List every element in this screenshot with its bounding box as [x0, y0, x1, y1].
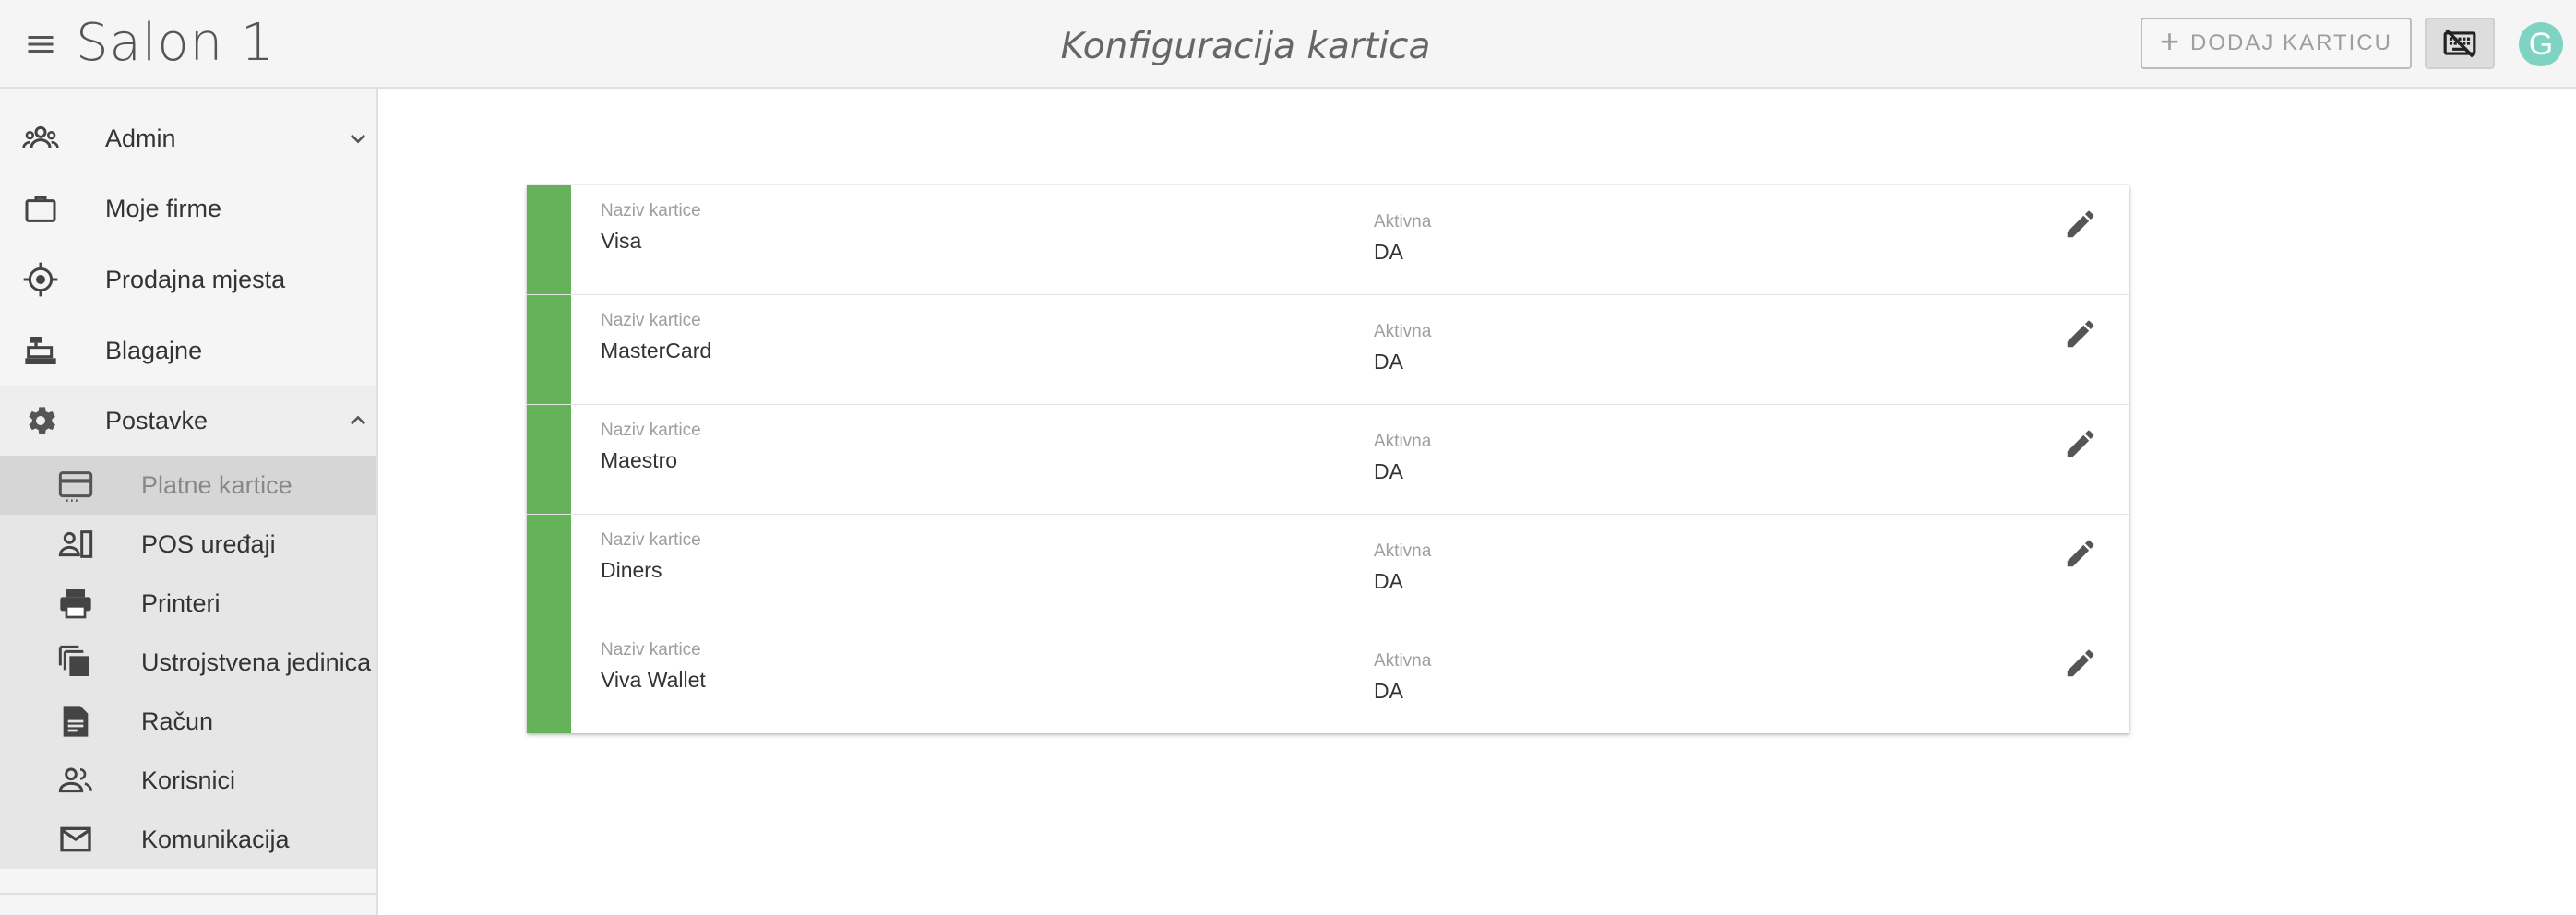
sidebar-item-moje-firme[interactable]: Moje firme — [0, 173, 376, 244]
card-name-label: Naziv kartice — [601, 311, 701, 330]
card-active-value: DA — [1374, 679, 1403, 703]
sidebar-subitem-label: Printeri — [141, 588, 221, 617]
sidebar-item-platne-kartice[interactable]: Platne kartice — [0, 456, 376, 515]
plus-icon: + — [2160, 22, 2182, 60]
gear-icon — [22, 402, 59, 439]
add-card-button[interactable]: + DODAJ KARTICU — [2141, 18, 2412, 69]
card-name-value: Viva Wallet — [601, 668, 706, 692]
card-accent-bar — [527, 624, 571, 733]
card-accent-bar — [527, 515, 571, 624]
pos-device-icon — [57, 526, 94, 563]
edit-pencil-icon[interactable] — [2060, 314, 2101, 354]
card-active-label: Aktivna — [1374, 322, 1432, 341]
sidebar-subitem-label: Platne kartice — [141, 470, 292, 499]
sidebar-item-racun[interactable]: Račun — [0, 692, 376, 751]
user-avatar[interactable]: G — [2519, 22, 2563, 66]
sidebar-item-printeri[interactable]: Printeri — [0, 574, 376, 633]
keyboard-toggle-button[interactable] — [2425, 18, 2495, 69]
sidebar-item-korisnici[interactable]: Korisnici — [0, 751, 376, 810]
card-list: Naziv kartice Visa Aktivna DA Naziv kart… — [527, 185, 2129, 733]
edit-pencil-icon[interactable] — [2060, 204, 2101, 244]
card-name-value: Visa — [601, 229, 642, 253]
sidebar-item-label: Postavke — [105, 406, 209, 434]
card-row[interactable]: Naziv kartice Viva Wallet Aktivna DA — [527, 624, 2129, 733]
card-name-label: Naziv kartice — [601, 201, 701, 220]
add-card-button-label: DODAJ KARTICU — [2190, 30, 2392, 55]
card-accent-bar — [527, 405, 571, 514]
card-name-value: MasterCard — [601, 339, 712, 362]
sidebar-item-komunikacija[interactable]: Komunikacija — [0, 810, 376, 869]
sidebar-subitem-label: Komunikacija — [141, 825, 290, 853]
card-name-label: Naziv kartice — [601, 530, 701, 550]
edit-pencil-icon[interactable] — [2060, 423, 2101, 464]
card-row[interactable]: Naziv kartice Maestro Aktivna DA — [527, 405, 2129, 515]
edit-pencil-icon[interactable] — [2060, 643, 2101, 683]
sidebar-subitem-label: Račun — [141, 707, 214, 735]
sidebar-divider — [0, 893, 376, 895]
chevron-down-icon — [345, 125, 371, 151]
edit-pencil-icon[interactable] — [2060, 533, 2101, 574]
card-active-label: Aktivna — [1374, 651, 1432, 671]
card-active-value: DA — [1374, 569, 1403, 593]
sidebar-item-blagajne[interactable]: Blagajne — [0, 315, 376, 386]
card-active-label: Aktivna — [1374, 212, 1432, 232]
card-accent-bar — [527, 185, 571, 294]
sidebar-subitem-label: Korisnici — [141, 766, 236, 794]
library-stack-icon — [57, 644, 94, 681]
card-active-value: DA — [1374, 240, 1403, 264]
sidebar-item-ustrojstvena-jedinica[interactable]: Ustrojstvena jedinica — [0, 633, 376, 692]
sidebar-item-label: Blagajne — [105, 336, 203, 364]
card-active-label: Aktivna — [1374, 541, 1432, 561]
credit-card-icon — [57, 467, 94, 504]
top-app-bar: Salon 1 Konfiguracija kartica + DODAJ KA… — [0, 0, 2576, 89]
location-target-icon — [22, 261, 59, 298]
sidebar-item-label: Moje firme — [105, 194, 222, 222]
page-title: Konfiguracija kartica — [1060, 26, 1431, 67]
card-row[interactable]: Naziv kartice Visa Aktivna DA — [527, 185, 2129, 295]
sidebar-item-label: Prodajna mjesta — [105, 265, 286, 293]
sidebar: Admin Moje firme Prodajna mjesta Blagajn… — [0, 89, 378, 915]
card-active-value: DA — [1374, 350, 1403, 374]
mail-icon — [57, 821, 94, 858]
keyboard-hide-icon — [2442, 26, 2477, 61]
briefcase-icon — [22, 190, 59, 227]
card-name-value: Maestro — [601, 448, 678, 472]
card-row[interactable]: Naziv kartice Diners Aktivna DA — [527, 515, 2129, 624]
sidebar-item-prodajna-mjesta[interactable]: Prodajna mjesta — [0, 244, 376, 315]
chevron-up-icon — [345, 408, 371, 434]
document-icon — [57, 703, 94, 740]
card-name-label: Naziv kartice — [601, 640, 701, 660]
cash-register-icon — [22, 332, 59, 369]
postavke-submenu: Platne kartice POS uređaji Printeri Ustr… — [0, 456, 376, 869]
admin-group-icon — [22, 120, 59, 157]
card-name-label: Naziv kartice — [601, 421, 701, 440]
sidebar-subitem-label: POS uređaji — [141, 529, 276, 558]
sidebar-subitem-label: Ustrojstvena jedinica — [141, 648, 372, 676]
users-icon — [57, 762, 94, 799]
printer-icon — [57, 585, 94, 622]
card-row[interactable]: Naziv kartice MasterCard Aktivna DA — [527, 295, 2129, 405]
card-active-label: Aktivna — [1374, 432, 1432, 451]
card-active-value: DA — [1374, 459, 1403, 483]
sidebar-item-pos-uredaji[interactable]: POS uređaji — [0, 515, 376, 574]
card-accent-bar — [527, 295, 571, 404]
sidebar-item-admin[interactable]: Admin — [0, 103, 376, 173]
sidebar-item-label: Admin — [105, 124, 176, 152]
sidebar-item-postavke[interactable]: Postavke — [0, 386, 376, 456]
card-name-value: Diners — [601, 558, 662, 582]
